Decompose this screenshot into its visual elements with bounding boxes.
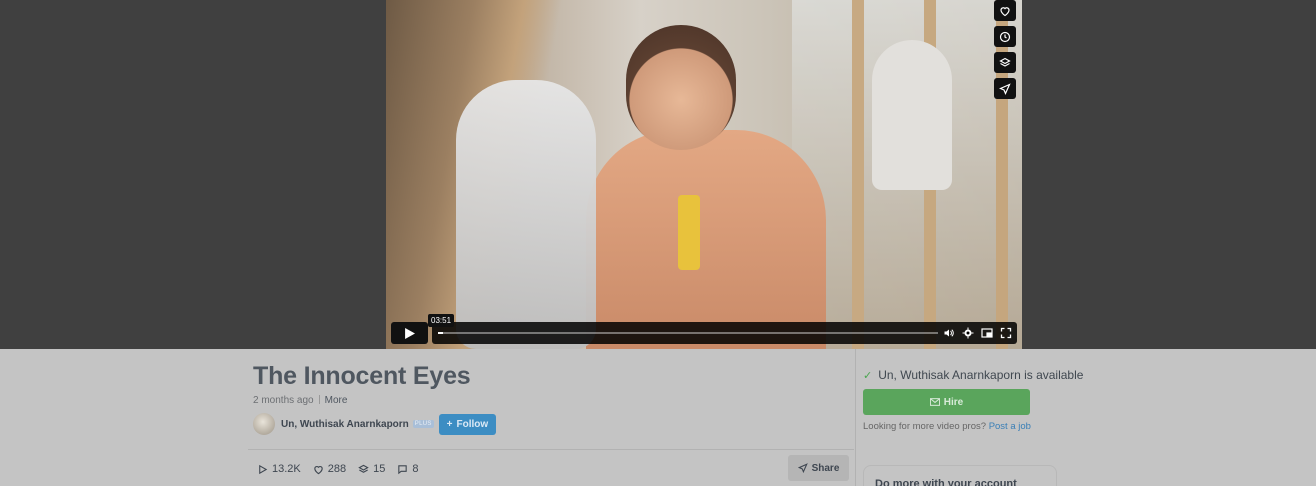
sidebar-divider <box>855 349 856 486</box>
send-icon <box>797 463 808 473</box>
picture-in-picture-button[interactable] <box>980 325 994 341</box>
availability-status: ✓ Un, Wuthisak Anarnkaporn is available <box>863 368 1083 382</box>
more-link[interactable]: More <box>325 395 348 406</box>
progress-fill <box>438 332 443 334</box>
pip-icon <box>981 328 993 338</box>
layers-icon <box>999 57 1011 67</box>
player-control-icons <box>942 325 1013 341</box>
comments-count: 8 <box>412 463 419 475</box>
video-scene-tube <box>678 195 700 270</box>
avatar[interactable] <box>253 413 275 435</box>
page-title: The Innocent Eyes <box>253 362 471 390</box>
play-button[interactable] <box>391 322 428 344</box>
volume-icon <box>944 329 954 337</box>
fullscreen-icon <box>1000 327 1012 339</box>
progress-bar[interactable] <box>432 322 1017 344</box>
gear-icon <box>962 327 974 339</box>
follow-label: Follow <box>456 418 489 430</box>
send-icon <box>999 82 1011 95</box>
time-tooltip: 03:51 <box>428 314 455 327</box>
likes-count: 288 <box>327 463 347 475</box>
video-stage: 03:51 <box>0 0 1316 349</box>
heart-icon <box>1000 6 1010 16</box>
plays-count: 13.2K <box>272 463 301 475</box>
more-pros-label: Looking for more video pros? <box>863 421 987 432</box>
video-scene-bust <box>872 40 952 190</box>
volume-button[interactable] <box>942 325 956 341</box>
comment-icon <box>398 464 408 474</box>
hire-label: Hire <box>943 396 964 408</box>
plus-icon: + <box>446 418 453 430</box>
checkmark-icon: ✓ <box>863 369 873 382</box>
fullscreen-button[interactable] <box>999 325 1013 341</box>
plays-stat: 13.2K <box>257 463 301 475</box>
heart-icon <box>314 465 323 474</box>
add-to-collection-button[interactable] <box>994 52 1016 73</box>
player-controls <box>391 322 1017 344</box>
share-video-button[interactable] <box>994 78 1016 99</box>
share-button[interactable]: Share <box>788 455 849 481</box>
follow-button[interactable]: + Follow <box>438 413 497 435</box>
video-meta: 2 months ago More <box>253 395 347 406</box>
video-scene-hand <box>456 80 596 349</box>
divider <box>248 449 854 450</box>
share-label: Share <box>811 462 840 474</box>
comments-stat[interactable]: 8 <box>397 463 418 475</box>
video-scene-head <box>626 25 736 150</box>
collections-count: 15 <box>373 463 386 475</box>
progress-track[interactable] <box>438 332 938 334</box>
play-icon <box>405 327 415 339</box>
player-side-actions <box>994 0 1016 99</box>
clock-icon <box>999 31 1011 42</box>
hire-button[interactable]: Hire <box>863 389 1030 415</box>
owner-name-link[interactable]: Un, Wuthisak Anarnkaporn <box>281 419 409 430</box>
more-pros-text: Looking for more video pros? Post a job <box>863 421 1031 432</box>
post-job-link[interactable]: Post a job <box>989 421 1031 432</box>
account-card-title: Do more with your account <box>875 478 1017 486</box>
mail-icon <box>929 398 940 406</box>
layers-icon <box>358 464 369 473</box>
likes-stat[interactable]: 288 <box>313 463 346 475</box>
video-scene-figure <box>586 130 826 349</box>
meta-divider <box>318 395 320 404</box>
play-outline-icon <box>259 464 268 474</box>
watch-later-button[interactable] <box>994 26 1016 47</box>
collections-stat[interactable]: 15 <box>358 463 385 475</box>
account-promo-card[interactable]: Do more with your account <box>863 465 1057 486</box>
like-button[interactable] <box>994 0 1016 21</box>
stats-row: 13.2K 288 15 8 <box>257 463 418 475</box>
plus-badge: PLUS <box>412 420 434 428</box>
sidebar: ✓ Un, Wuthisak Anarnkaporn is available … <box>863 349 1103 486</box>
owner-row: Un, Wuthisak Anarnkaporn PLUS + Follow <box>253 413 497 435</box>
settings-button[interactable] <box>961 325 975 341</box>
upload-age: 2 months ago <box>253 395 314 406</box>
video-frame[interactable] <box>386 0 1022 349</box>
availability-text: Un, Wuthisak Anarnkaporn is available <box>878 368 1084 382</box>
